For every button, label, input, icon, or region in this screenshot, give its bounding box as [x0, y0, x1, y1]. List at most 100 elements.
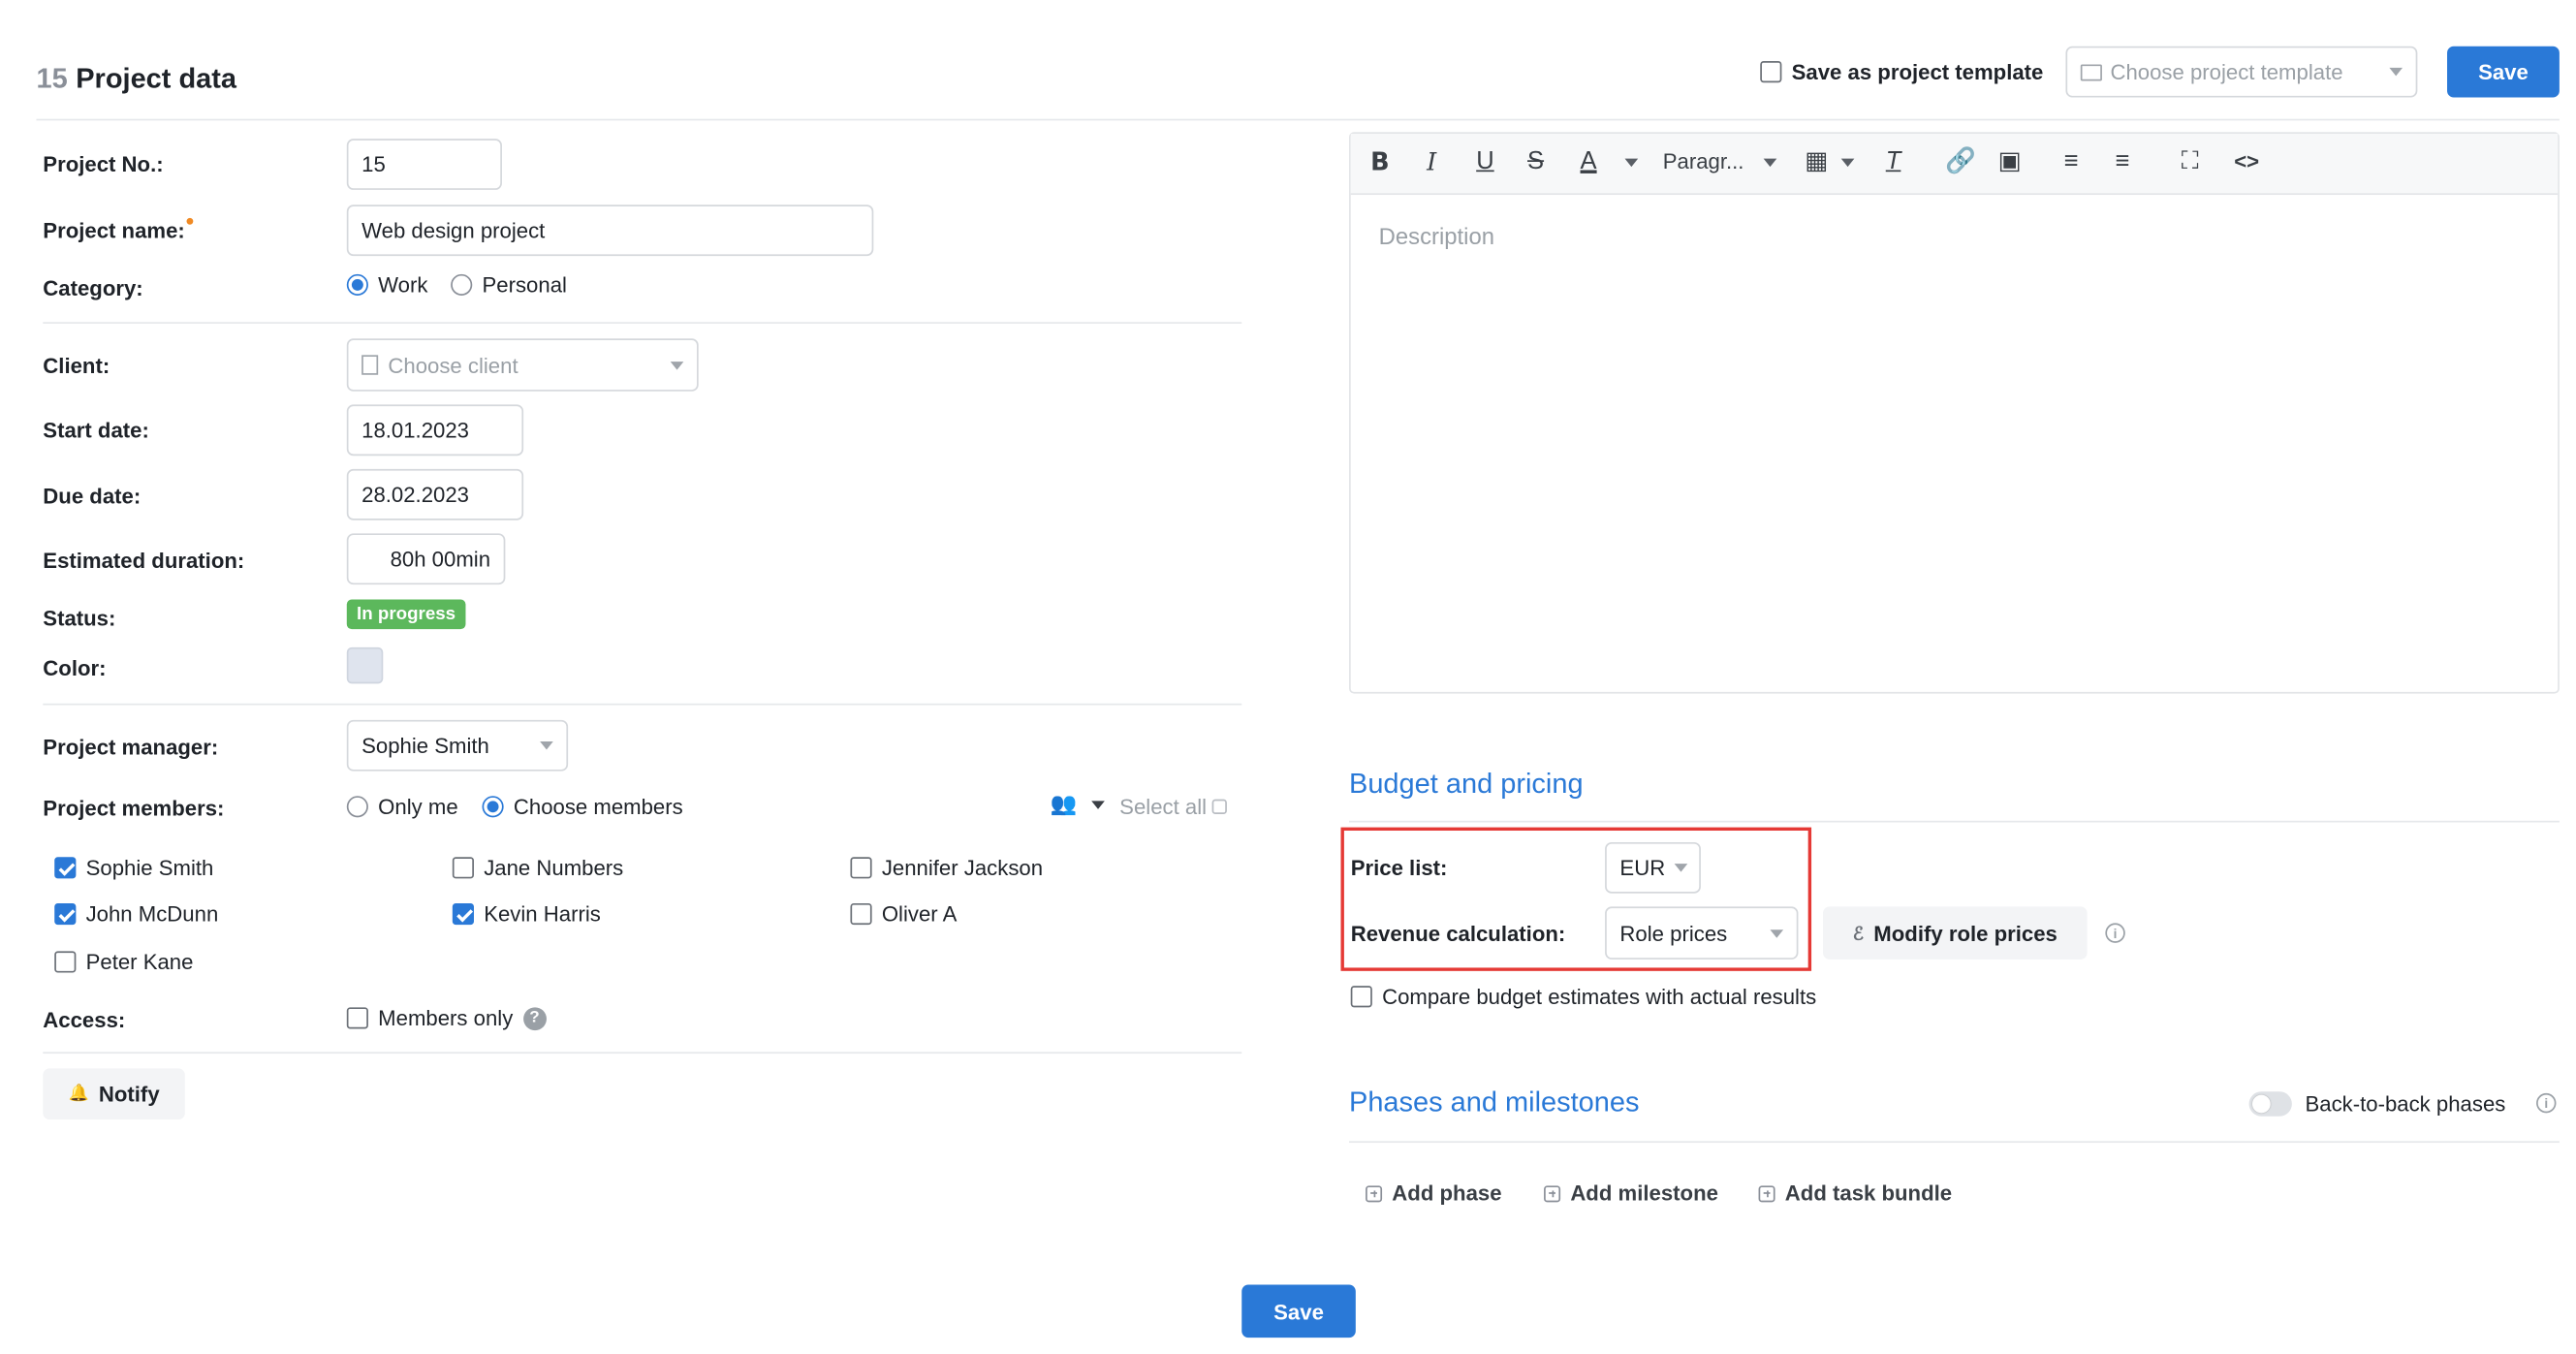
category-personal-radio[interactable]: Personal: [451, 272, 567, 298]
access-label: Access:: [43, 1007, 126, 1032]
member-checkbox[interactable]: [850, 857, 872, 879]
add-task-bundle-button[interactable]: Add task bundle: [1758, 1181, 1953, 1206]
start-date-label: Start date:: [43, 418, 149, 443]
member-checkbox[interactable]: [452, 902, 474, 926]
start-date-input[interactable]: 18.01.2023: [346, 404, 524, 457]
add-phase-label: Add phase: [1392, 1181, 1502, 1206]
project-no-input[interactable]: 15: [346, 139, 502, 190]
back-to-back-toggle[interactable]: [2248, 1091, 2292, 1117]
only-me-label: Only me: [378, 794, 458, 820]
help-icon[interactable]: ?: [522, 1006, 547, 1030]
bell-icon: 🔔: [68, 1085, 89, 1104]
add-milestone-button[interactable]: Add milestone: [1544, 1181, 1718, 1206]
member-name: Jane Numbers: [484, 855, 624, 881]
select-all-toggle[interactable]: Select all: [1119, 794, 1227, 820]
choose-template-placeholder: Choose project template: [2110, 59, 2343, 84]
list-icon: ℰ: [1852, 924, 1865, 944]
client-select[interactable]: Choose client: [346, 338, 699, 392]
member-checkbox[interactable]: [54, 902, 77, 926]
bold-icon[interactable]: B: [1370, 147, 1389, 177]
chevron-down-icon[interactable]: [1840, 158, 1855, 168]
underline-icon[interactable]: U: [1476, 147, 1493, 177]
info-icon[interactable]: i: [2105, 923, 2125, 943]
status-badge[interactable]: In progress: [346, 599, 466, 630]
members-only-box[interactable]: [346, 1007, 368, 1029]
save-button-bottom[interactable]: Save: [1241, 1284, 1356, 1338]
member-item[interactable]: Oliver A: [850, 901, 957, 927]
member-item[interactable]: Peter Kane: [54, 950, 193, 974]
compare-budget-box[interactable]: [1350, 986, 1372, 1008]
member-checkbox[interactable]: [850, 902, 872, 926]
save-as-template-label: Save as project template: [1791, 59, 2044, 84]
color-swatch[interactable]: [346, 646, 384, 684]
clear-format-icon[interactable]: T: [1886, 147, 1901, 177]
save-button-top[interactable]: Save: [2447, 46, 2560, 98]
numbered-list-icon[interactable]: ≡: [2116, 147, 2130, 177]
members-only-me-radio[interactable]: Only me: [346, 794, 458, 820]
italic-icon[interactable]: I: [1427, 147, 1436, 177]
member-item[interactable]: John McDunn: [54, 901, 218, 927]
description-editor[interactable]: B I U S A Paragr... ▦ T 🔗 ▣ ≡ ≡ ⛶ <> Des…: [1349, 132, 2560, 694]
notify-button[interactable]: 🔔 Notify: [43, 1068, 185, 1120]
project-manager-select[interactable]: Sophie Smith: [346, 719, 569, 771]
table-icon[interactable]: ▦: [1805, 147, 1828, 177]
save-as-template-box[interactable]: [1760, 61, 1782, 83]
strikethrough-icon[interactable]: S: [1527, 147, 1544, 177]
divider: [1349, 820, 2560, 823]
font-color-icon[interactable]: A: [1581, 147, 1597, 177]
member-item[interactable]: Kevin Harris: [452, 901, 601, 927]
member-item[interactable]: Jennifer Jackson: [850, 856, 1043, 880]
code-icon[interactable]: <>: [2234, 147, 2259, 177]
bullet-list-icon[interactable]: ≡: [2064, 147, 2079, 177]
chevron-down-icon[interactable]: [1763, 158, 1777, 168]
project-data-page: 15 Project data Save as project template …: [0, 0, 2576, 1354]
project-name-label-text: Project name:: [43, 217, 185, 243]
members-choose-radio[interactable]: Choose members: [482, 795, 683, 819]
project-members-label: Project members:: [43, 796, 225, 821]
chevron-down-icon: [540, 741, 553, 750]
paragraph-format-select[interactable]: Paragr...: [1663, 147, 1744, 177]
compare-budget-checkbox[interactable]: Compare budget estimates with actual res…: [1350, 984, 1816, 1009]
building-icon: [361, 355, 379, 375]
member-checkbox[interactable]: [54, 951, 77, 973]
member-checkbox[interactable]: [452, 857, 474, 879]
add-phase-button[interactable]: Add phase: [1366, 1181, 1502, 1206]
member-group-filter[interactable]: 👥: [1051, 791, 1106, 817]
save-as-template-checkbox[interactable]: Save as project template: [1760, 59, 2043, 84]
choose-template-select[interactable]: Choose project template: [2065, 46, 2418, 98]
select-all-checkbox[interactable]: [1211, 799, 1227, 814]
add-milestone-label: Add milestone: [1570, 1181, 1718, 1206]
project-number: 15: [36, 62, 68, 95]
link-icon[interactable]: 🔗: [1945, 147, 1976, 177]
category-work-radio[interactable]: Work: [346, 272, 428, 298]
radio-personal[interactable]: [451, 273, 473, 296]
page-title: 15 Project data: [36, 63, 236, 96]
project-name-input[interactable]: Web design project: [346, 205, 874, 257]
image-icon[interactable]: ▣: [1998, 147, 2022, 177]
divider: [43, 322, 1242, 324]
fullscreen-icon[interactable]: ⛶: [2182, 147, 2199, 177]
divider: [43, 703, 1242, 706]
estimated-duration-input[interactable]: 80h 00min: [346, 533, 506, 585]
member-item[interactable]: Jane Numbers: [452, 855, 624, 881]
radio-work[interactable]: [346, 273, 368, 296]
color-label: Color:: [43, 655, 107, 680]
due-date-input[interactable]: 28.02.2023: [346, 468, 524, 520]
members-only-checkbox[interactable]: Members only ?: [346, 1006, 547, 1030]
radio-only-me[interactable]: [346, 796, 368, 818]
plus-icon: [1758, 1184, 1775, 1202]
category-personal-label: Personal: [482, 272, 567, 298]
category-work-label: Work: [378, 272, 428, 298]
toggle-switch[interactable]: [2248, 1091, 2292, 1117]
member-checkbox[interactable]: [54, 857, 77, 879]
member-item[interactable]: Sophie Smith: [54, 856, 213, 880]
estimated-duration-label: Estimated duration:: [43, 548, 245, 574]
add-task-bundle-label: Add task bundle: [1784, 1181, 1953, 1206]
modify-role-prices-button[interactable]: ℰ Modify role prices: [1822, 906, 2088, 960]
chevron-down-icon[interactable]: [1624, 158, 1639, 168]
chevron-down-icon: [2389, 67, 2403, 77]
budget-section-title: Budget and pricing: [1349, 768, 1584, 800]
select-all-label: Select all: [1119, 794, 1208, 820]
radio-choose-members[interactable]: [482, 796, 504, 818]
info-icon[interactable]: i: [2536, 1092, 2557, 1114]
